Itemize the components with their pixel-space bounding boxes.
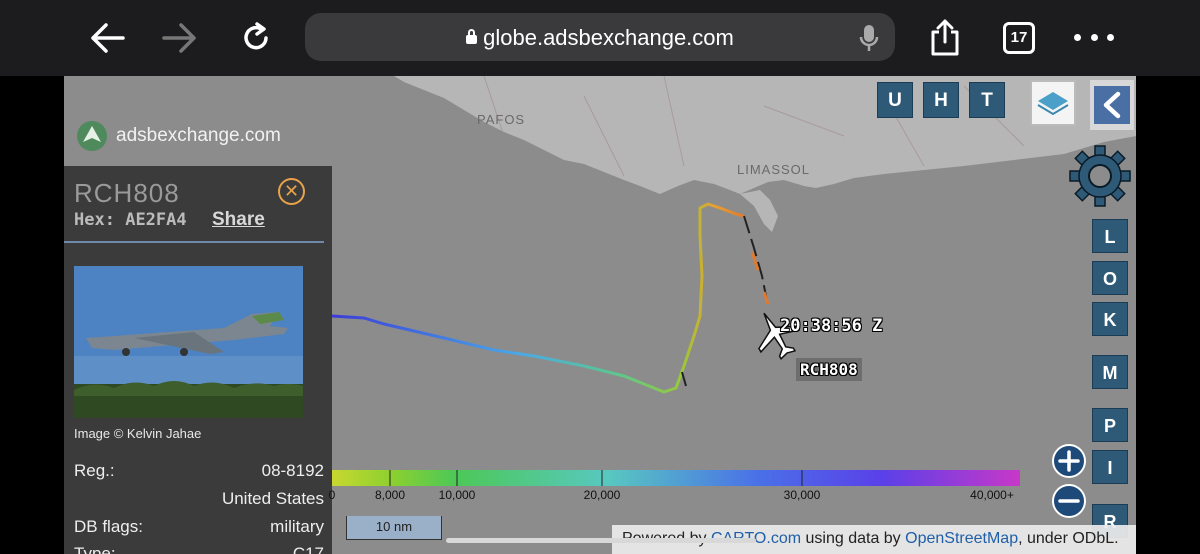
field-row-reg: Reg.: 08-8192 bbox=[74, 461, 324, 481]
field-row-type: Type: C17 bbox=[74, 544, 324, 554]
altitude-tick: 0 bbox=[328, 488, 336, 502]
close-icon[interactable]: ✕ bbox=[278, 178, 305, 205]
altitude-tick: 30,000 bbox=[783, 488, 821, 502]
lock-icon bbox=[466, 29, 478, 44]
tabs-button[interactable]: 17 bbox=[1003, 22, 1035, 54]
minus-icon bbox=[1058, 499, 1080, 503]
plus-icon bbox=[1058, 450, 1080, 472]
site-logo[interactable]: adsbexchange.com bbox=[76, 120, 281, 152]
address-bar[interactable]: globe.adsbexchange.com bbox=[305, 13, 895, 61]
aircraft-info-panel: RCH808 ✕ Hex: AE2FA4 Share Image © Kelvi… bbox=[64, 166, 332, 554]
zoom-out-button[interactable] bbox=[1052, 484, 1086, 518]
place-label-limassol: LIMASSOL bbox=[737, 162, 811, 177]
distance-scale: 10 nm bbox=[346, 516, 442, 540]
altitude-tick: 8,000 bbox=[374, 488, 406, 502]
place-label-pafos: PAFOS bbox=[477, 112, 526, 127]
divider bbox=[64, 241, 324, 243]
hex-value: AE2FA4 bbox=[125, 210, 187, 230]
field-label: DB flags: bbox=[74, 517, 143, 536]
field-value: C17 bbox=[292, 544, 324, 554]
side-button-k[interactable]: K bbox=[1092, 302, 1128, 336]
aircraft-callsign-label[interactable]: RCH808 bbox=[796, 358, 862, 381]
field-label: Reg.: bbox=[74, 461, 115, 480]
osm-link[interactable]: OpenStreetMap bbox=[905, 530, 1018, 547]
more-icon[interactable] bbox=[1074, 30, 1114, 44]
field-value: military bbox=[270, 517, 324, 536]
side-button-m[interactable]: M bbox=[1092, 355, 1128, 389]
side-button-i[interactable]: I bbox=[1092, 450, 1128, 484]
hex-row: Hex: AE2FA4 bbox=[74, 210, 187, 230]
back-arrow-icon[interactable] bbox=[87, 18, 127, 58]
field-label: Type: bbox=[74, 544, 116, 554]
right-gutter bbox=[1136, 76, 1200, 554]
toggle-u-button[interactable]: U bbox=[877, 82, 913, 118]
layers-button[interactable] bbox=[1030, 80, 1076, 126]
scroll-indicator bbox=[446, 538, 756, 543]
field-value: United States bbox=[221, 489, 324, 508]
hex-label: Hex: bbox=[74, 210, 115, 230]
aircraft-time-label: 20:38:56 Z bbox=[780, 316, 883, 336]
forward-arrow-icon[interactable] bbox=[160, 18, 200, 58]
chevron-left-icon bbox=[1103, 91, 1121, 119]
toggle-h-button[interactable]: H bbox=[923, 82, 959, 118]
reload-icon[interactable] bbox=[236, 18, 276, 58]
altitude-tick-labels: 0 8,000 10,000 20,000 30,000 40,000+ bbox=[328, 488, 1032, 506]
altitude-tick: 20,000 bbox=[583, 488, 621, 502]
photo-credit: Image © Kelvin Jahae bbox=[74, 426, 202, 441]
aircraft-photo[interactable] bbox=[74, 266, 303, 418]
browser-toolbar: globe.adsbexchange.com 17 bbox=[0, 0, 1200, 76]
attribution-suffix: , under ODbL. bbox=[1018, 530, 1119, 547]
share-link[interactable]: Share bbox=[212, 209, 265, 231]
adsbx-logo-icon bbox=[77, 121, 107, 151]
logo-text: adsbexchange.com bbox=[116, 125, 281, 146]
url-text: globe.adsbexchange.com bbox=[483, 25, 734, 50]
side-button-l[interactable]: L bbox=[1092, 219, 1128, 253]
altitude-color-scale bbox=[332, 470, 1020, 486]
side-button-o[interactable]: O bbox=[1092, 261, 1128, 295]
altitude-tick: 10,000 bbox=[438, 488, 476, 502]
share-icon[interactable] bbox=[925, 18, 965, 58]
left-gutter bbox=[0, 76, 64, 554]
collapse-sidebar-button[interactable] bbox=[1090, 80, 1134, 130]
map-view[interactable]: PAFOS LIMASSOL adsbexchange.com RCH808 ✕… bbox=[64, 76, 1136, 554]
side-button-p[interactable]: P bbox=[1092, 408, 1128, 442]
toggle-t-button[interactable]: T bbox=[969, 82, 1005, 118]
gear-icon bbox=[1069, 145, 1131, 207]
microphone-icon[interactable] bbox=[859, 24, 879, 57]
settings-gear-button[interactable] bbox=[1068, 144, 1132, 213]
zoom-in-button[interactable] bbox=[1052, 444, 1086, 478]
panel-callsign: RCH808 bbox=[74, 178, 180, 208]
altitude-tick: 40,000+ bbox=[970, 488, 1014, 502]
attribution-mid: using data by bbox=[805, 530, 901, 547]
field-value: 08-8192 bbox=[261, 461, 324, 480]
field-row-dbflags: DB flags: military bbox=[74, 517, 324, 537]
layers-icon bbox=[1037, 92, 1069, 116]
